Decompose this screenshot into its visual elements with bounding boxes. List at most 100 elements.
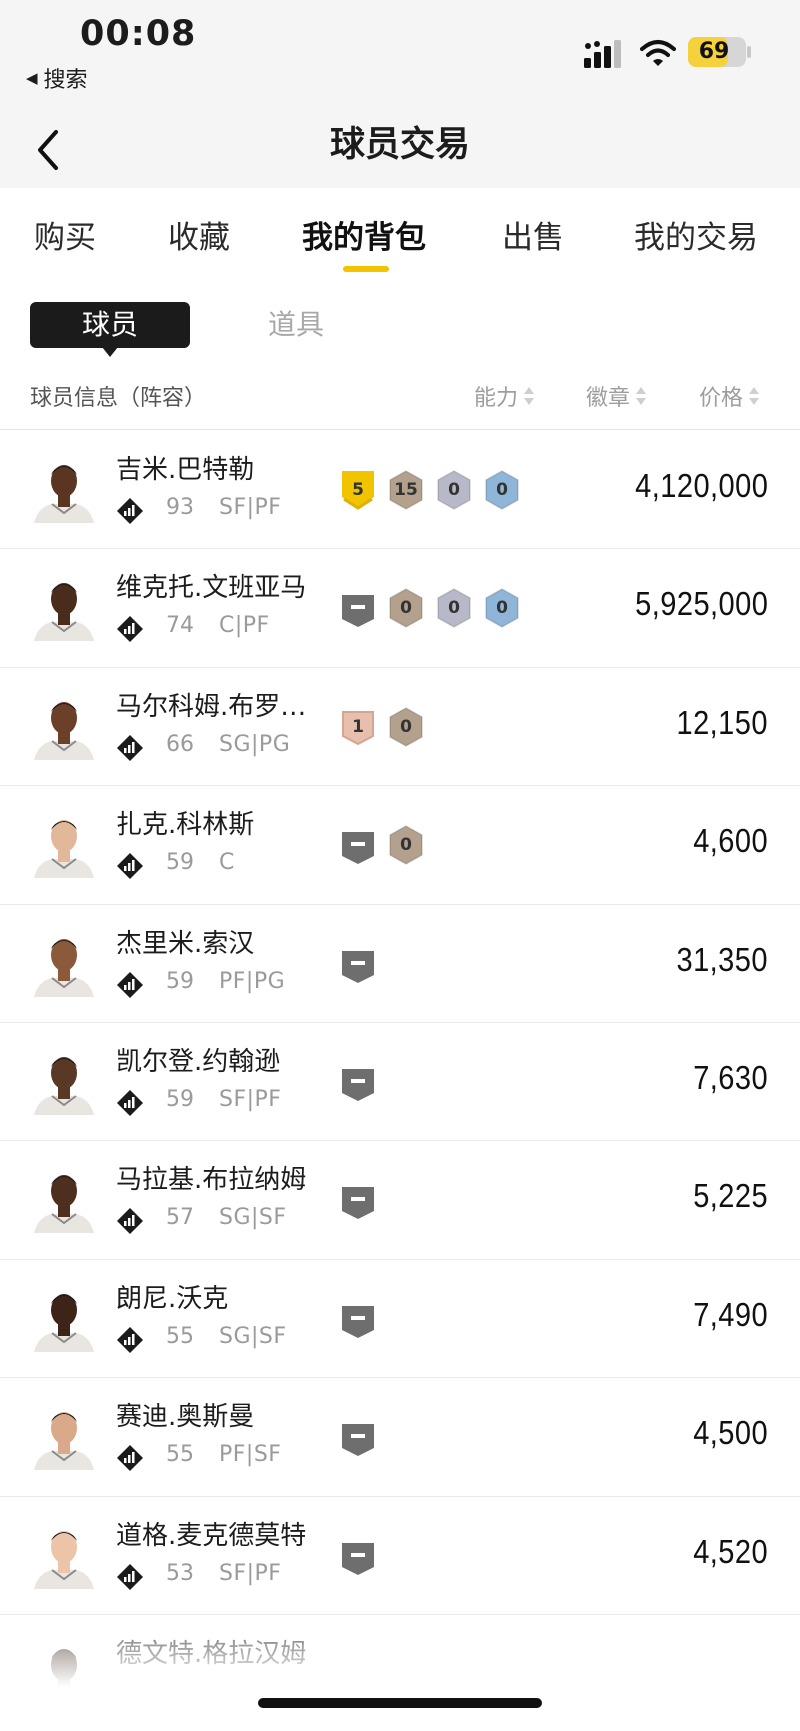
header-ability-label: 能力 bbox=[474, 386, 519, 411]
back-chevron-icon[interactable] bbox=[30, 120, 70, 180]
ability-diamond-icon bbox=[117, 1326, 143, 1353]
list-header: 球员信息（阵容） 能力 徽章 价格 bbox=[0, 366, 800, 430]
badge-count: 0 bbox=[448, 480, 460, 500]
player-rating: 59 bbox=[166, 968, 194, 994]
player-rating: 53 bbox=[166, 1560, 194, 1586]
tab-sell[interactable]: 出售 bbox=[502, 212, 564, 257]
badge-blue-icon: 0 bbox=[484, 469, 520, 511]
tab-my-backpack[interactable]: 我的背包 bbox=[302, 212, 426, 257]
player-rating: 55 bbox=[166, 1323, 194, 1349]
badge-silver-icon: 0 bbox=[436, 469, 472, 511]
player-row[interactable]: 朗尼.沃克 55 SG|SF 7,490 bbox=[0, 1260, 800, 1379]
player-row[interactable]: 扎克.科林斯 59 C 0 4,600 bbox=[0, 786, 800, 905]
player-name: 马拉基.布拉纳姆 bbox=[116, 1165, 307, 1196]
player-avatar bbox=[34, 1412, 94, 1471]
badge-group: 5 15 0 0 bbox=[340, 469, 520, 511]
home-indicator[interactable] bbox=[258, 1698, 542, 1708]
ability-diamond-icon bbox=[117, 853, 143, 880]
tab-my-trades[interactable]: 我的交易 bbox=[634, 212, 758, 257]
player-price: 31,350 bbox=[676, 940, 768, 978]
player-list: 吉米.巴特勒 93 SF|PF 5 15 0 0 4,120,000 维克托.文班亚马 74 C|P… bbox=[0, 431, 800, 1731]
player-name: 维克托.文班亚马 bbox=[116, 573, 307, 604]
segment-props[interactable]: 道具 bbox=[268, 302, 324, 348]
page-title: 球员交易 bbox=[329, 125, 470, 165]
badge-empty-icon bbox=[340, 1416, 376, 1458]
player-avatar bbox=[34, 701, 94, 760]
badge-count: 15 bbox=[394, 480, 418, 500]
sort-icon bbox=[749, 386, 760, 406]
player-rating: 66 bbox=[166, 731, 194, 757]
badge-gold-icon: 5 bbox=[340, 469, 376, 511]
player-name: 朗尼.沃克 bbox=[116, 1283, 229, 1314]
player-rating: 59 bbox=[166, 850, 194, 876]
player-row[interactable]: 赛迪.奥斯曼 55 PF|SF 4,500 bbox=[0, 1378, 800, 1497]
player-positions: PF|PG bbox=[219, 968, 286, 994]
player-avatar bbox=[34, 1175, 94, 1234]
battery-cap bbox=[747, 46, 751, 58]
player-name: 道格.麦克德莫特 bbox=[116, 1520, 307, 1551]
player-name: 吉米.巴特勒 bbox=[116, 455, 255, 485]
badge-count: 0 bbox=[400, 835, 412, 856]
player-avatar bbox=[34, 583, 94, 642]
player-row[interactable]: 凯尔登.约翰逊 59 SF|PF 7,630 bbox=[0, 1023, 800, 1142]
player-positions: SF|PF bbox=[219, 1560, 282, 1586]
ability-diamond-icon bbox=[117, 1089, 143, 1116]
badge-group bbox=[340, 1298, 376, 1340]
player-row[interactable]: 道格.麦克德莫特 53 SF|PF 4,520 bbox=[0, 1497, 800, 1615]
badge-bronze-icon: 0 bbox=[388, 824, 424, 866]
player-price: 7,490 bbox=[693, 1295, 768, 1333]
back-to-app-link[interactable]: ◀ 搜索 bbox=[26, 62, 88, 94]
ability-diamond-icon bbox=[117, 1563, 143, 1590]
player-price: 4,120,000 bbox=[634, 467, 768, 504]
ability-diamond-icon bbox=[117, 971, 143, 998]
player-avatar bbox=[34, 820, 94, 879]
player-positions: PF|SF bbox=[219, 1442, 282, 1468]
player-row[interactable]: 杰里米.索汉 59 PF|PG 31,350 bbox=[0, 905, 800, 1023]
player-name: 马尔科姆.布罗格登 bbox=[116, 691, 328, 722]
player-avatar bbox=[34, 1056, 94, 1115]
player-price: 7,630 bbox=[693, 1058, 768, 1096]
badge-count: 0 bbox=[400, 598, 412, 619]
player-name: 凯尔登.约翰逊 bbox=[116, 1046, 281, 1077]
badge-count: 5 bbox=[352, 480, 364, 500]
header-price-label: 价格 bbox=[699, 386, 744, 411]
badge-empty-icon bbox=[340, 1061, 376, 1103]
badge-count: 0 bbox=[448, 598, 460, 619]
player-positions: SF|PF bbox=[219, 495, 282, 520]
tab-favorites[interactable]: 收藏 bbox=[168, 212, 230, 257]
player-positions: SG|SF bbox=[219, 1205, 287, 1231]
tab-buy[interactable]: 购买 bbox=[34, 212, 96, 257]
badge-count: 0 bbox=[496, 480, 508, 500]
player-row[interactable]: 马拉基.布拉纳姆 57 SG|SF 5,225 bbox=[0, 1141, 800, 1260]
player-rating: 55 bbox=[166, 1442, 194, 1468]
badge-empty-icon bbox=[340, 587, 376, 629]
player-price: 4,520 bbox=[693, 1532, 768, 1570]
player-rating: 59 bbox=[166, 1086, 194, 1112]
player-row[interactable]: 吉米.巴特勒 93 SF|PF 5 15 0 0 4,120,000 bbox=[0, 431, 800, 550]
badge-group bbox=[340, 1179, 376, 1221]
cellular-signal-icon bbox=[584, 40, 621, 68]
segment-players[interactable]: 球员 bbox=[30, 302, 190, 357]
badge-empty-icon bbox=[340, 1179, 376, 1221]
header-badge-label: 徽章 bbox=[586, 386, 631, 411]
ability-diamond-icon bbox=[117, 1445, 143, 1472]
badge-group: 0 bbox=[340, 824, 424, 866]
player-row[interactable]: 马尔科姆.布罗格登 66 SG|PG 1 0 12,150 bbox=[0, 668, 800, 787]
battery-indicator: 69 bbox=[688, 37, 746, 67]
badge-silver-icon: 0 bbox=[436, 587, 472, 629]
nav-bar: 球员交易 bbox=[0, 112, 800, 188]
battery-level-text: 69 bbox=[698, 39, 730, 64]
player-price: 4,500 bbox=[693, 1414, 768, 1452]
badge-count: 0 bbox=[400, 716, 412, 737]
player-rating: 93 bbox=[166, 495, 194, 520]
badge-count: 1 bbox=[352, 716, 364, 737]
badge-empty-icon bbox=[340, 1298, 376, 1340]
sort-price-button[interactable]: 价格 bbox=[699, 380, 760, 412]
sort-badge-button[interactable]: 徽章 bbox=[586, 380, 647, 412]
player-row[interactable]: 维克托.文班亚马 74 C|PF 0 0 0 5,925,000 bbox=[0, 549, 800, 668]
sort-icon bbox=[636, 386, 647, 406]
badge-group: 10 bbox=[340, 706, 424, 748]
sort-ability-button[interactable]: 能力 bbox=[474, 380, 535, 412]
player-price: 5,225 bbox=[693, 1177, 768, 1215]
badge-pink-icon: 1 bbox=[340, 706, 376, 748]
